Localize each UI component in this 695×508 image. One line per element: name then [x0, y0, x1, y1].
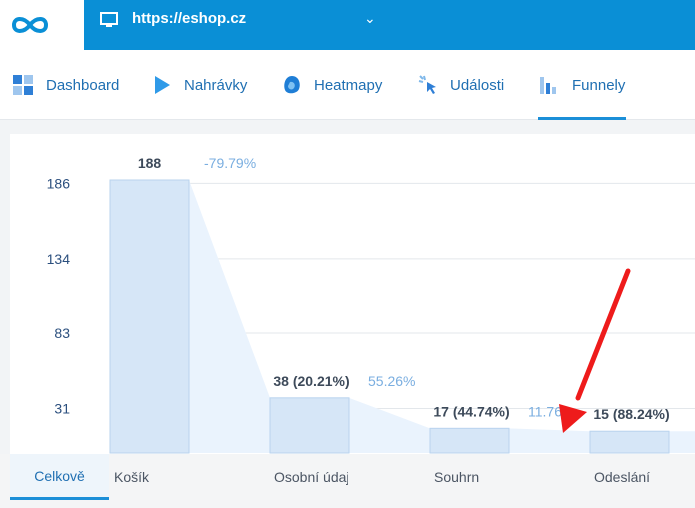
dropoff-label: -79.79% — [204, 155, 256, 171]
tab-overall-label: Celkově — [34, 467, 85, 484]
bar-value-label: 188 — [138, 155, 162, 171]
annotation-arrow-shaft — [575, 268, 631, 401]
tab-step-kosik[interactable]: Košík — [114, 454, 149, 500]
step-label-osobni-udaje: Osobní údaje — [274, 469, 348, 485]
dropoff-label: 11.76 — [528, 403, 562, 419]
funnel-tab-bar: Celkově Košík Osobní údaje Souhrn Odeslá… — [0, 454, 695, 508]
bar-value-label: 15 (88.24%) — [593, 406, 669, 422]
bar — [109, 179, 190, 454]
tab-overall[interactable]: Celkově — [10, 454, 109, 500]
bar — [589, 430, 670, 454]
funnel-chart: 186 134 83 31 188 -79.79% 38 (20.21%) 55.26% 17 … — [47, 155, 695, 454]
bar-value-label: 17 (44.74%) — [433, 403, 509, 419]
tab-step-odeslani[interactable]: Odeslání — [594, 454, 650, 500]
bar — [429, 427, 510, 454]
step-label-souhrn: Souhrn — [434, 469, 480, 485]
y-tick-label: 134 — [47, 251, 71, 267]
tab-step-osobni-udaje[interactable]: Osobní údaje — [274, 454, 348, 500]
y-tick-label: 186 — [47, 175, 71, 191]
bar-value-label: 38 (20.21%) — [273, 373, 349, 389]
dropoff-label: 55.26% — [368, 373, 415, 389]
bar — [269, 397, 350, 454]
y-tick-label: 83 — [54, 325, 70, 341]
y-tick-label: 31 — [54, 400, 70, 416]
step-label-odeslani: Odeslání — [594, 469, 651, 485]
tab-step-souhrn[interactable]: Souhrn — [434, 454, 479, 500]
step-label-kosik: Košík — [114, 469, 150, 485]
